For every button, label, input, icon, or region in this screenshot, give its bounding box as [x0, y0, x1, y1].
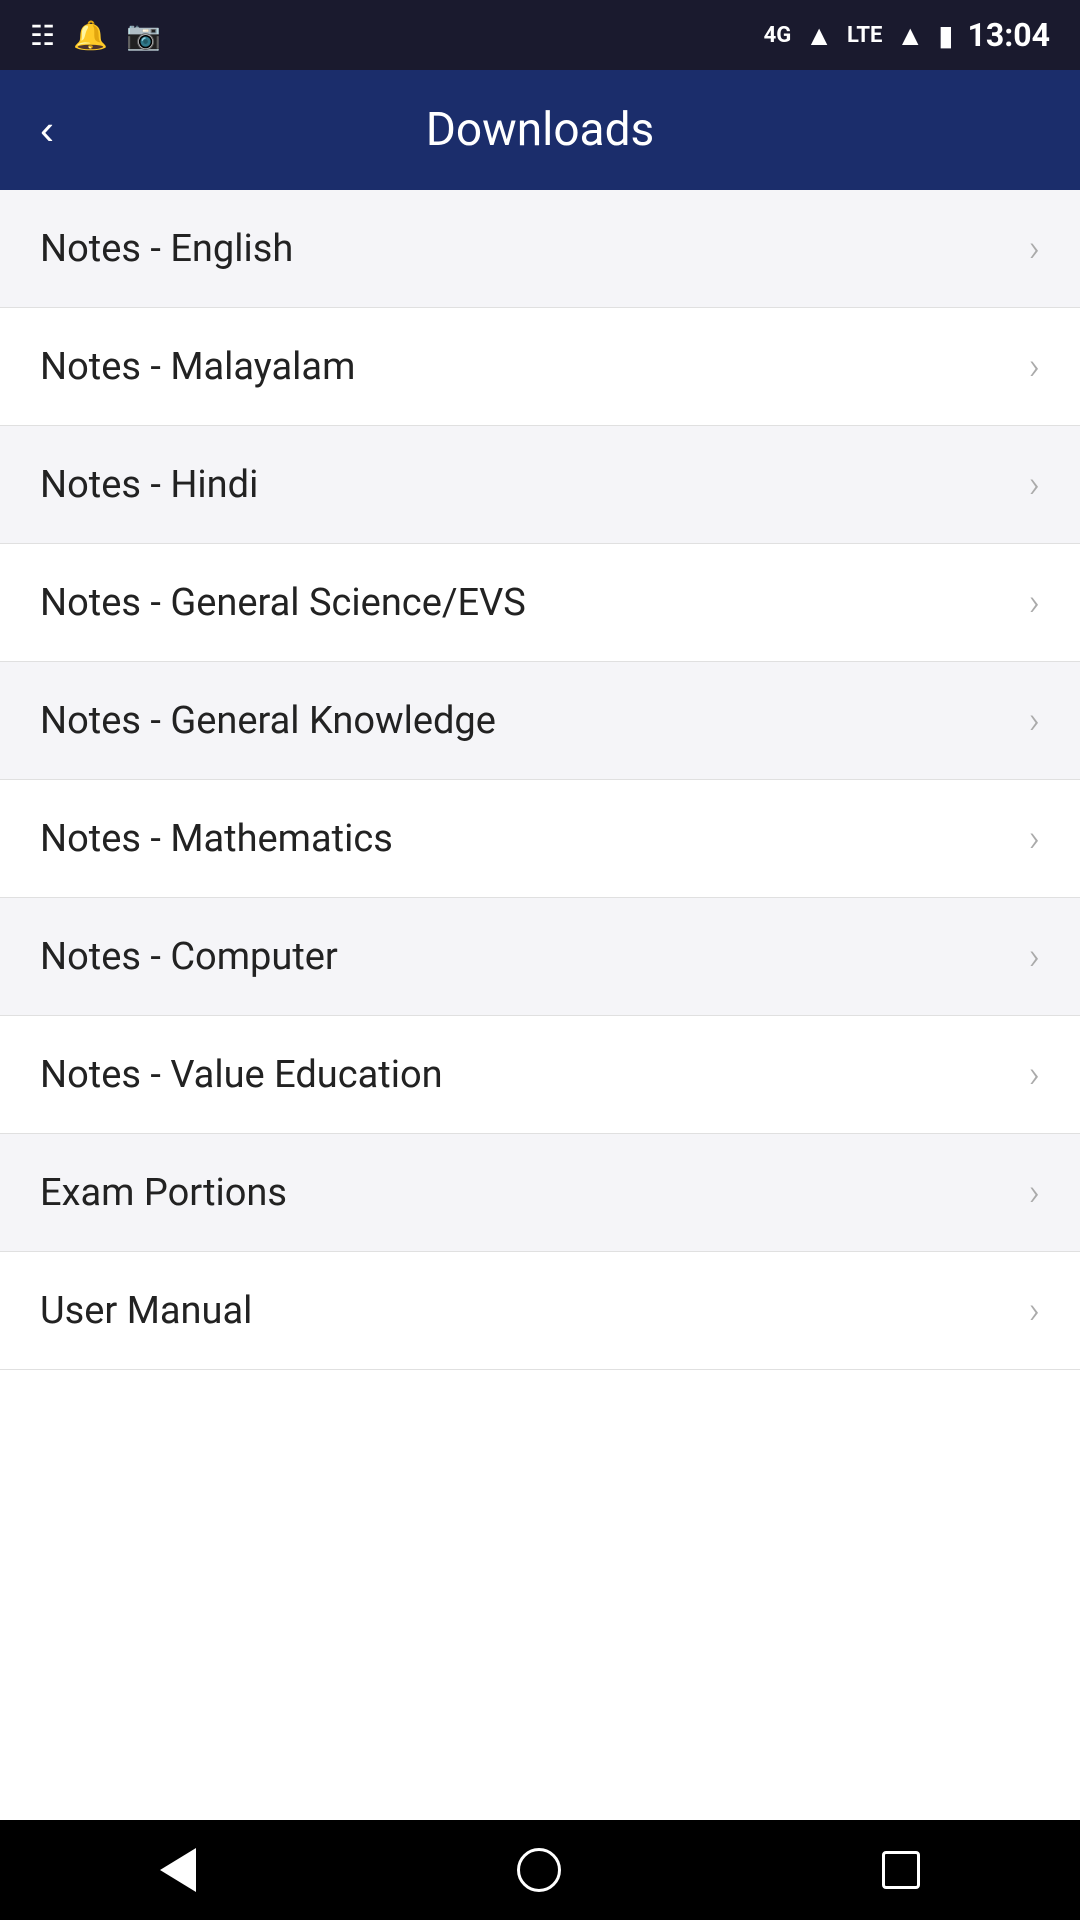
list-item[interactable]: Notes - Value Education › — [0, 1016, 1080, 1134]
4g-signal-text: 4G — [764, 23, 792, 48]
nav-back-button[interactable] — [160, 1848, 196, 1892]
chevron-right-icon: › — [1029, 1053, 1040, 1097]
list-item[interactable]: Notes - General Knowledge › — [0, 662, 1080, 780]
chevron-right-icon: › — [1029, 935, 1040, 979]
back-button[interactable]: ‹ — [40, 109, 54, 151]
list-item-label: Notes - General Science/EVS — [40, 581, 526, 625]
page-title: Downloads — [426, 103, 655, 157]
list-icon: ☷ — [30, 19, 55, 52]
chevron-right-icon: › — [1029, 1289, 1040, 1333]
list-item-label: User Manual — [40, 1289, 252, 1333]
bottom-nav — [0, 1820, 1080, 1920]
list-item-label: Notes - Computer — [40, 935, 338, 979]
image-icon: 📷 — [126, 19, 161, 52]
status-time: 13:04 — [968, 16, 1050, 54]
home-circle-icon — [517, 1848, 561, 1892]
list-item-label: Exam Portions — [40, 1171, 287, 1215]
chevron-right-icon: › — [1029, 817, 1040, 861]
list-item-label: Notes - General Knowledge — [40, 699, 496, 743]
nav-recent-button[interactable] — [882, 1851, 920, 1889]
lte-signal-text: LTE — [847, 23, 882, 48]
notification-icon: 🔔 — [73, 19, 108, 52]
back-triangle-icon — [160, 1848, 196, 1892]
downloads-list: Notes - English›Notes - Malayalam›Notes … — [0, 190, 1080, 1370]
list-item[interactable]: Notes - Mathematics › — [0, 780, 1080, 898]
status-bar-left: ☷ 🔔 📷 — [30, 19, 161, 52]
list-item[interactable]: Notes - Malayalam › — [0, 308, 1080, 426]
status-bar-right: 4G ▲ LTE ▲ ▮ 13:04 — [764, 16, 1050, 54]
chevron-right-icon: › — [1029, 463, 1040, 507]
list-item-label: Notes - Mathematics — [40, 817, 393, 861]
list-item[interactable]: Exam Portions › — [0, 1134, 1080, 1252]
chevron-right-icon: › — [1029, 1171, 1040, 1215]
list-item-label: Notes - English — [40, 227, 293, 271]
chevron-right-icon: › — [1029, 345, 1040, 389]
list-item[interactable]: Notes - Hindi › — [0, 426, 1080, 544]
chevron-right-icon: › — [1029, 699, 1040, 743]
list-item[interactable]: Notes - Computer › — [0, 898, 1080, 1016]
battery-icon: ▮ — [938, 19, 953, 52]
list-item-label: Notes - Hindi — [40, 463, 258, 507]
list-item[interactable]: User Manual › — [0, 1252, 1080, 1370]
chevron-right-icon: › — [1029, 581, 1040, 625]
chevron-right-icon: › — [1029, 227, 1040, 271]
signal-bar-icon: ▲ — [805, 19, 833, 52]
recent-square-icon — [882, 1851, 920, 1889]
lte-signal-bar-icon: ▲ — [896, 19, 924, 52]
list-item-label: Notes - Value Education — [40, 1053, 443, 1097]
list-item[interactable]: Notes - English › — [0, 190, 1080, 308]
status-bar: ☷ 🔔 📷 4G ▲ LTE ▲ ▮ 13:04 — [0, 0, 1080, 70]
list-item[interactable]: Notes - General Science/EVS › — [0, 544, 1080, 662]
nav-home-button[interactable] — [517, 1848, 561, 1892]
list-item-label: Notes - Malayalam — [40, 345, 355, 389]
header: ‹ Downloads — [0, 70, 1080, 190]
